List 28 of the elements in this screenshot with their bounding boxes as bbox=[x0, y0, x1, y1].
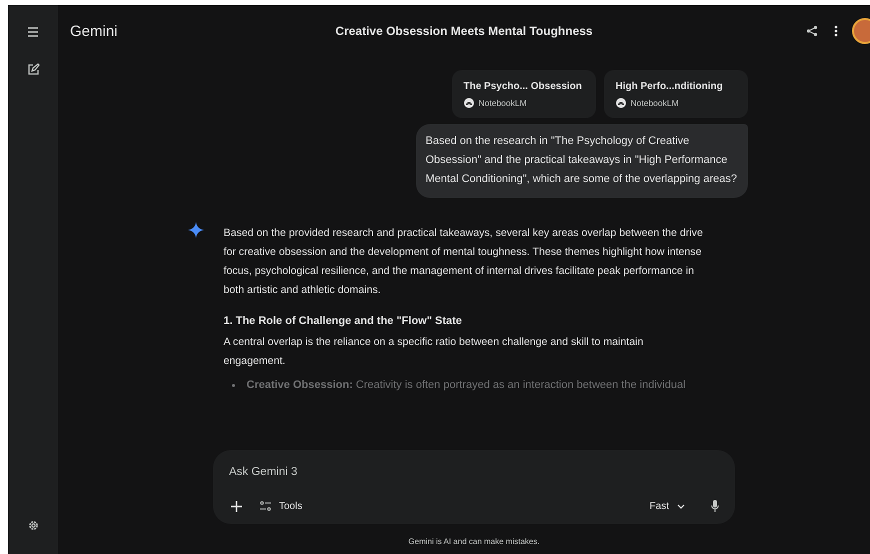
source-origin: NotebookLM bbox=[478, 98, 527, 108]
app-name[interactable]: Gemini bbox=[70, 22, 118, 40]
sparkle-icon bbox=[188, 222, 204, 238]
notebook-icon bbox=[464, 98, 474, 108]
plus-icon[interactable] bbox=[229, 498, 244, 514]
disclaimer: Gemini is AI and can make mistakes. bbox=[407, 537, 541, 546]
bullet-dot bbox=[232, 384, 234, 386]
source-origin: NotebookLM bbox=[630, 98, 679, 108]
mode-dropdown[interactable]: Fast bbox=[648, 498, 687, 514]
response-heading: 1. The Role of Challenge and the "Flow" State bbox=[224, 314, 463, 329]
microphone-icon[interactable] bbox=[709, 498, 721, 514]
response-paragraph: A central overlap is the reliance on a specific ratio between challenge and skill to maintain engagement. bbox=[224, 335, 644, 369]
source-card[interactable]: High Perfo...nditioning NotebookLM bbox=[604, 70, 748, 118]
chat-title: Creative Obsession Meets Mental Toughness bbox=[335, 24, 593, 38]
prompt-input[interactable]: Ask Gemini 3 bbox=[229, 466, 721, 478]
notebook-icon bbox=[616, 98, 626, 108]
response-paragraph: Based on the provided research and practical takeaways, several key areas overlap between the drive for creative obsession and the development of mental toughness. These themes highlight how intense focus, psychological resilience, and the management of internal drives facilitate peak performance in both artistic and athletic domains. bbox=[224, 226, 704, 298]
source-card[interactable]: The Psycho... Obsession NotebookLM bbox=[452, 70, 596, 118]
chevron-down-icon bbox=[677, 504, 685, 508]
source-title: The Psycho... Obsession bbox=[464, 81, 583, 92]
share-icon[interactable] bbox=[804, 23, 820, 39]
sliders-icon bbox=[260, 501, 271, 511]
user-message: Based on the research in "The Psychology of Creative Obsession" and the practical takeaways in "High Performance Mental Conditioning", which are some of the overlapping areas? bbox=[416, 124, 748, 198]
more-icon[interactable] bbox=[832, 23, 840, 39]
tools-button[interactable]: Tools bbox=[258, 498, 304, 514]
source-title: High Perfo...nditioning bbox=[616, 81, 724, 92]
menu-icon[interactable] bbox=[25, 25, 41, 39]
bullet-item: Creative Obsession: Creativity is often portrayed as an interaction between the individual bbox=[246, 379, 686, 391]
